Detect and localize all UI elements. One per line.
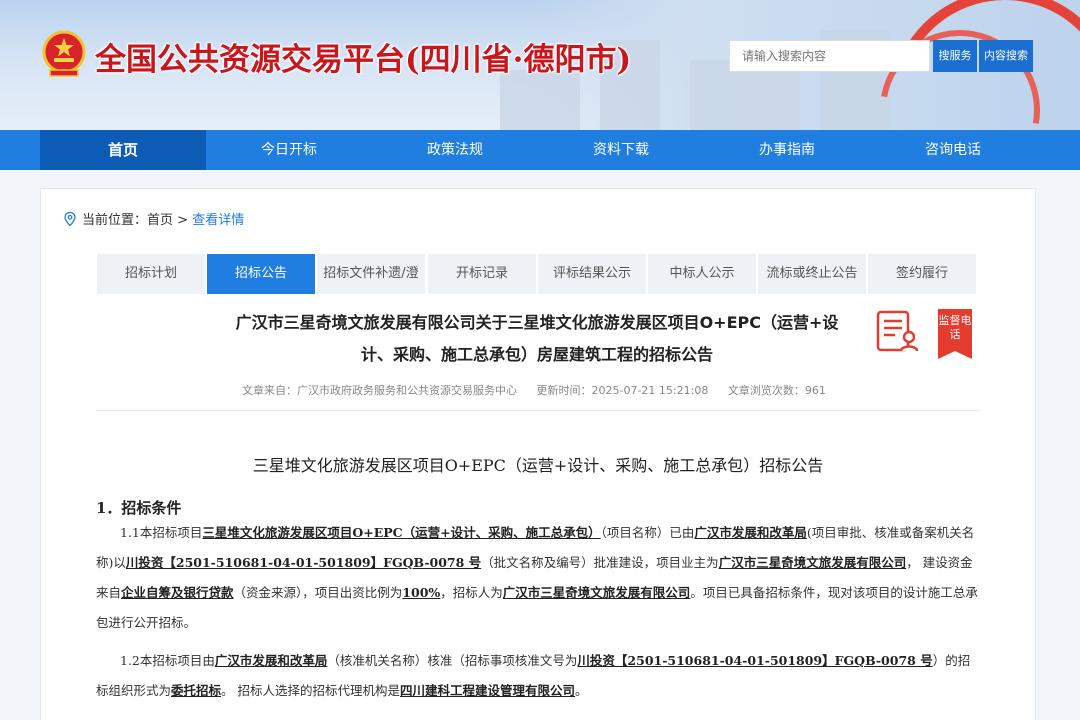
tab-tender-plan[interactable]: 招标计划 xyxy=(97,254,205,294)
tender-form: 委托招标 xyxy=(171,683,222,698)
nav-item-hotline[interactable]: 咨询电话 xyxy=(870,130,1036,170)
tab-failed-terminated[interactable]: 流标或终止公告 xyxy=(758,254,866,294)
section-heading: 1．招标条件 xyxy=(96,499,182,517)
banner-building xyxy=(500,70,580,130)
article-source: 文章来自：广汉市政府政务服务和公共资源交易服务中心 xyxy=(242,384,517,397)
tender-agency: 四川建科工程建设管理有限公司 xyxy=(400,683,576,698)
approving-authority: 广汉市发展和改革局 xyxy=(694,525,807,540)
location-pin-icon xyxy=(64,212,76,226)
text: 1.1本招标项目 xyxy=(120,525,203,540)
document-title: 三星堆文化旅游发展区项目O+EPC（运营+设计、采购、施工总承包）招标公告 xyxy=(252,456,824,475)
tenderer: 广汉市三星奇境文旅发展有限公司 xyxy=(502,585,691,600)
breadcrumb-home[interactable]: 首页 xyxy=(147,213,173,228)
text: （项目名称）已由 xyxy=(600,525,695,540)
text: 。 xyxy=(575,683,588,698)
paragraph-1-1: 1.1本招标项目三星堆文化旅游发展区项目O+EPC（运营+设计、采购、施工总承包… xyxy=(96,518,980,638)
document-report-icon[interactable] xyxy=(875,309,919,353)
nav-item-guide[interactable]: 办事指南 xyxy=(704,130,870,170)
nav-item-downloads[interactable]: 资料下载 xyxy=(538,130,704,170)
search-input[interactable] xyxy=(742,41,922,71)
text: （资金来源），项目出资比例为 xyxy=(233,585,403,600)
text: 1.2本招标项目由 xyxy=(120,653,215,668)
nav-item-today-bids[interactable]: 今日开标 xyxy=(206,130,372,170)
funding-ratio: 100% xyxy=(402,585,441,600)
national-emblem-icon xyxy=(42,30,86,77)
supervise-hotline-badge[interactable]: 监督电话 xyxy=(938,309,972,359)
breadcrumb-separator: > xyxy=(173,213,193,228)
site-title: 全国公共资源交易平台(四川省·德阳市) xyxy=(95,42,632,78)
approving-authority: 广汉市发展和改革局 xyxy=(214,653,328,668)
article-views: 文章浏览次数：961 xyxy=(727,384,826,397)
nav-item-policies[interactable]: 政策法规 xyxy=(372,130,538,170)
text: （批文名称及编号）批准建设，项目业主为 xyxy=(481,555,719,570)
approval-doc-number: 川投资【2501-510681-04-01-501809】FGQB-0078 号 xyxy=(577,653,933,668)
search-content-button[interactable]: 内容搜索 xyxy=(979,40,1033,72)
main-nav: 首页 今日开标 政策法规 资料下载 办事指南 咨询电话 xyxy=(0,130,1080,170)
tab-tender-addendum[interactable]: 招标文件补遗/澄 xyxy=(317,254,425,294)
breadcrumb: 当前位置：首页 > 查看详情 xyxy=(64,209,244,228)
tab-contract-performance[interactable]: 签约履行 xyxy=(868,254,976,294)
search-field[interactable] xyxy=(729,40,930,72)
text: ，招标人为 xyxy=(440,585,503,600)
article-title: 广汉市三星奇境文旅发展有限公司关于三星堆文化旅游发展区项目O+EPC（运营+设计… xyxy=(235,313,839,364)
divider xyxy=(96,410,980,411)
tab-tender-notice[interactable]: 招标公告 xyxy=(207,254,315,294)
approval-doc-number: 川投资【2501-510681-04-01-501809】FGQB-0078 号 xyxy=(125,555,482,570)
funding-source: 企业自筹及银行贷款 xyxy=(121,585,234,600)
breadcrumb-current[interactable]: 查看详情 xyxy=(192,213,244,228)
article-meta: 文章来自：广汉市政府政务服务和公共资源交易服务中心 更新时间：2025-07-2… xyxy=(242,382,842,398)
tab-bid-opening-record[interactable]: 开标记录 xyxy=(428,254,536,294)
text: （核准机关名称）核准（招标事项核准文号为 xyxy=(327,653,578,668)
tab-winning-bidder[interactable]: 中标人公示 xyxy=(648,254,756,294)
project-owner: 广汉市三星奇境文旅发展有限公司 xyxy=(718,555,907,570)
search-service-button[interactable]: 搜服务 xyxy=(933,40,977,72)
nav-item-home[interactable]: 首页 xyxy=(40,130,206,170)
breadcrumb-prefix: 当前位置： xyxy=(82,213,148,228)
project-name: 三星堆文化旅游发展区项目O+EPC（运营+设计、采购、施工总承包） xyxy=(202,525,601,540)
article-updated: 更新时间：2025-07-21 15:21:08 xyxy=(536,384,709,397)
text: 。 招标人选择的招标代理机构是 xyxy=(221,683,401,698)
tab-evaluation-result[interactable]: 评标结果公示 xyxy=(538,254,646,294)
paragraph-1-2: 1.2本招标项目由广汉市发展和改革局（核准机关名称）核准（招标事项核准文号为川投… xyxy=(96,646,980,706)
